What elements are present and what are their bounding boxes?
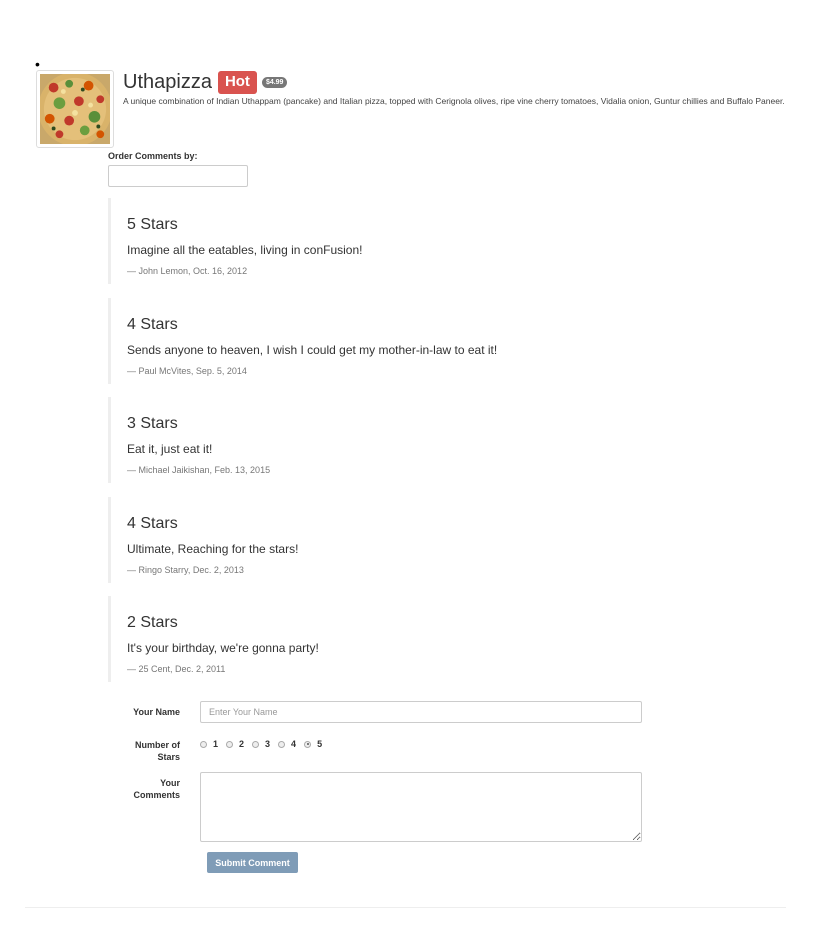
radio-icon[interactable] bbox=[226, 740, 234, 748]
star-option-label: 1 bbox=[213, 739, 219, 749]
comments-list: 5 Stars Imagine all the eatables, living… bbox=[108, 198, 708, 682]
comment-rating: 5 Stars bbox=[127, 216, 178, 233]
comment-text: Ultimate, Reaching for the stars! bbox=[127, 541, 299, 556]
dish-description: A unique combination of Indian Uthappam … bbox=[123, 96, 785, 106]
comment-rating: 3 Stars bbox=[127, 415, 178, 432]
footer-divider bbox=[25, 907, 786, 908]
star-option-4[interactable]: 4 bbox=[278, 739, 296, 749]
comment-author: — Michael Jaikishan, Feb. 13, 2015 bbox=[127, 465, 271, 475]
stars-label-line-1: Number of bbox=[135, 740, 180, 750]
dish-thumbnail bbox=[36, 70, 114, 148]
dish-name: Uthapizza bbox=[123, 71, 212, 93]
dish-heading: Uthapizza Hot $4.99 bbox=[123, 70, 793, 94]
radio-icon[interactable] bbox=[252, 740, 260, 748]
comment-text: Eat it, just eat it! bbox=[127, 442, 213, 456]
order-comments: Order Comments by: bbox=[108, 151, 248, 187]
star-option-1[interactable]: 1 bbox=[200, 739, 218, 749]
comment-item: 4 Stars Sends anyone to heaven, I wish I… bbox=[108, 297, 708, 384]
comment-rating: 2 Stars bbox=[127, 614, 178, 631]
order-comments-label: Order Comments by: bbox=[108, 151, 198, 161]
comment-item: 3 Stars Eat it, just eat it! — Michael J… bbox=[108, 397, 708, 483]
pizza-image bbox=[40, 74, 110, 144]
comment-item: 5 Stars Imagine all the eatables, living… bbox=[108, 198, 708, 284]
stars-radio-group: 1 2 3 4 5 bbox=[200, 739, 330, 749]
price-badge: $4.99 bbox=[261, 76, 288, 88]
comment-text: Imagine all the eatables, living in conF… bbox=[127, 243, 363, 257]
stars-label-line-2: Stars bbox=[157, 752, 180, 762]
star-option-label: 2 bbox=[239, 739, 245, 749]
radio-icon[interactable] bbox=[200, 740, 207, 748]
comment-text: It's your birthday, we're gonna party! bbox=[127, 641, 319, 655]
comments-label: Your Comments bbox=[108, 777, 180, 801]
radio-checked-icon[interactable] bbox=[304, 740, 312, 748]
star-option-2[interactable]: 2 bbox=[226, 739, 244, 749]
star-option-5[interactable]: 5 bbox=[304, 739, 322, 749]
submit-comment-button[interactable]: Submit Comment bbox=[207, 852, 298, 873]
radio-icon[interactable] bbox=[278, 740, 286, 748]
dish-body: Uthapizza Hot $4.99 A unique combination… bbox=[123, 70, 793, 116]
comments-label-line-1: Your bbox=[160, 778, 180, 788]
comments-label-line-2: Comments bbox=[133, 790, 180, 800]
hot-label: Hot bbox=[217, 70, 257, 94]
stars-label: Number of Stars bbox=[108, 739, 180, 763]
star-option-label: 4 bbox=[291, 739, 297, 749]
star-option-3[interactable]: 3 bbox=[252, 739, 270, 749]
comment-rating: 4 Stars bbox=[127, 514, 178, 532]
star-option-label: 5 bbox=[317, 739, 323, 749]
name-label: Your Name bbox=[133, 707, 180, 717]
name-input[interactable] bbox=[200, 701, 642, 723]
comment-author: — John Lemon, Oct. 16, 2012 bbox=[127, 266, 248, 276]
star-option-label: 3 bbox=[265, 739, 271, 749]
comment-item: 2 Stars It's your birthday, we're gonna … bbox=[108, 596, 708, 682]
comment-item: 4 Stars Ultimate, Reaching for the stars… bbox=[108, 496, 708, 583]
order-comments-input[interactable] bbox=[108, 165, 248, 187]
comment-author: — Paul McVites, Sep. 5, 2014 bbox=[127, 365, 247, 376]
comment-text: Sends anyone to heaven, I wish I could g… bbox=[127, 342, 498, 357]
comment-author: — 25 Cent, Dec. 2, 2011 bbox=[127, 664, 226, 674]
comments-textarea[interactable] bbox=[200, 772, 642, 842]
comment-author: — Ringo Starry, Dec. 2, 2013 bbox=[127, 564, 244, 575]
comment-rating: 4 Stars bbox=[127, 315, 178, 333]
